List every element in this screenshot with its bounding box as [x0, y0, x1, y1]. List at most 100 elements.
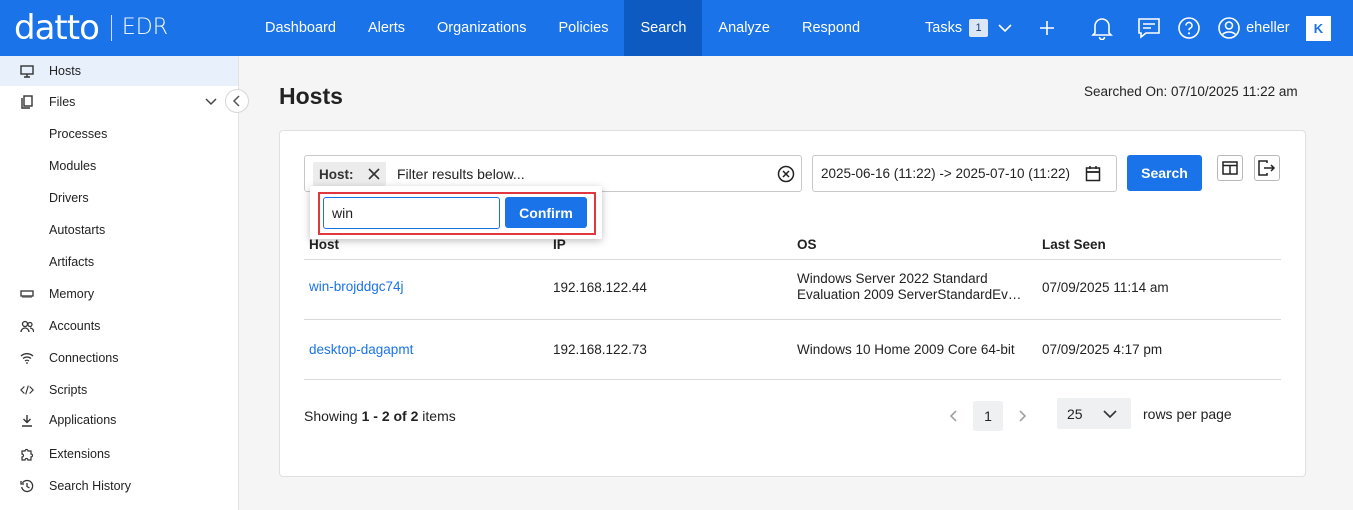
sidebar-item-hosts[interactable]: Hosts [0, 56, 238, 86]
sidebar-item-drivers[interactable]: Drivers [0, 183, 238, 213]
last-seen-cell: 07/09/2025 4:17 pm [1042, 342, 1163, 357]
confirm-button[interactable]: Confirm [505, 197, 587, 228]
search-button[interactable]: Search [1127, 155, 1202, 191]
calendar-icon[interactable] [1085, 165, 1101, 182]
host-filter-chip[interactable]: Host: [313, 162, 386, 186]
chevron-right-icon[interactable] [1013, 407, 1031, 425]
top-bar: datto EDR Dashboard Alerts Organizations… [0, 0, 1353, 56]
top-right-actions: Tasks 1 eheller [925, 0, 1290, 56]
user-avatar-icon [1217, 16, 1241, 40]
nav-organizations[interactable]: Organizations [421, 0, 542, 56]
sidebar-label: Drivers [49, 191, 89, 205]
columns-button[interactable] [1217, 155, 1243, 181]
code-icon [20, 383, 34, 397]
date-range-picker[interactable]: 2025-06-16 (11:22) -> 2025-07-10 (11:22) [812, 155, 1117, 192]
memory-icon [20, 287, 34, 301]
last-seen-cell: 07/09/2025 11:14 am [1042, 280, 1169, 295]
accounts-icon [20, 319, 34, 333]
sidebar-label: Modules [49, 159, 97, 173]
ip-cell: 192.168.122.73 [553, 342, 647, 357]
sidebar-label: Accounts [49, 319, 101, 333]
tasks-label: Tasks [925, 20, 963, 36]
columns-icon [1222, 161, 1238, 175]
row-divider [304, 379, 1281, 380]
bell-icon[interactable] [1091, 16, 1114, 40]
showing-count: Showing 1 - 2 of 2 items [304, 408, 456, 424]
chevron-down-icon[interactable] [204, 95, 218, 112]
rows-per-page-label: rows per page [1143, 406, 1232, 422]
sidebar-item-modules[interactable]: Modules [0, 151, 238, 181]
nav-analyze[interactable]: Analyze [702, 0, 786, 56]
filter-input[interactable] [397, 164, 757, 184]
column-header-last-seen[interactable]: Last Seen [1042, 237, 1106, 252]
chip-label: Host: [319, 166, 354, 182]
nav-search[interactable]: Search [624, 0, 703, 56]
export-icon [1258, 160, 1276, 176]
close-icon[interactable] [367, 167, 381, 181]
sidebar-item-search-history[interactable]: Search History [0, 471, 238, 501]
datto-edr-logo[interactable]: datto EDR [14, 8, 168, 48]
monitor-icon [20, 64, 34, 78]
page-number-current[interactable]: 1 [973, 401, 1003, 431]
sidebar: Hosts Files Processes Modules Drivers Au… [0, 56, 239, 510]
download-icon [20, 413, 34, 427]
host-link[interactable]: win-brojddgc74j [309, 279, 404, 294]
sidebar-label: Processes [49, 127, 108, 141]
sidebar-item-applications[interactable]: Applications [0, 405, 238, 435]
nav-policies[interactable]: Policies [542, 0, 624, 56]
puzzle-icon [20, 447, 34, 461]
searched-on-timestamp: Searched On: 07/10/2025 11:22 am [1084, 84, 1298, 99]
showing-prefix: Showing [304, 408, 362, 424]
rows-per-page-value: 25 [1067, 406, 1083, 422]
kaseya-logo[interactable]: K [1306, 16, 1331, 41]
rows-per-page-select[interactable]: 25 [1057, 398, 1131, 429]
user-menu[interactable]: eheller [1217, 16, 1290, 40]
os-cell-line2: Evaluation 2009 ServerStandardEval... [797, 287, 1027, 302]
os-cell-line1: Windows Server 2022 Standard [797, 271, 988, 286]
sidebar-label: Files [49, 95, 76, 109]
host-link[interactable]: desktop-dagapmt [309, 342, 413, 357]
showing-suffix: items [418, 408, 456, 424]
export-button[interactable] [1254, 155, 1280, 181]
feedback-icon[interactable] [1137, 16, 1161, 40]
sidebar-item-autostarts[interactable]: Autostarts [0, 215, 238, 245]
ip-cell: 192.168.122.44 [553, 280, 647, 295]
wifi-icon [20, 351, 34, 365]
nav-dashboard[interactable]: Dashboard [249, 0, 352, 56]
sidebar-item-accounts[interactable]: Accounts [0, 311, 238, 341]
plus-icon[interactable] [1039, 20, 1055, 36]
column-header-host[interactable]: Host [309, 237, 339, 252]
help-icon[interactable] [1177, 16, 1201, 40]
chevron-left-icon[interactable] [945, 407, 963, 425]
sidebar-label: Artifacts [49, 255, 95, 269]
chevron-left-icon [232, 95, 242, 107]
sidebar-label: Connections [49, 351, 119, 365]
column-header-os[interactable]: OS [797, 237, 817, 252]
table-header-divider [304, 259, 1281, 260]
nav-alerts[interactable]: Alerts [352, 0, 421, 56]
sidebar-collapse-button[interactable] [225, 89, 249, 113]
history-icon [20, 479, 34, 493]
filter-value-input[interactable] [323, 197, 500, 229]
clear-circle-icon[interactable] [777, 165, 795, 183]
sidebar-item-scripts[interactable]: Scripts [0, 375, 238, 405]
main-nav: Dashboard Alerts Organizations Policies … [249, 0, 876, 56]
sidebar-label: Extensions [49, 447, 111, 461]
row-divider [304, 319, 1281, 320]
sidebar-item-extensions[interactable]: Extensions [0, 439, 238, 469]
date-range-value: 2025-06-16 (11:22) -> 2025-07-10 (11:22) [821, 166, 1071, 181]
tasks-button[interactable]: Tasks 1 [925, 19, 1013, 37]
logo-brand: datto [14, 8, 100, 48]
sidebar-label: Hosts [49, 64, 81, 78]
filter-value-popup: Confirm [310, 186, 602, 239]
sidebar-item-files[interactable]: Files [0, 87, 238, 117]
tasks-count-badge: 1 [969, 19, 989, 37]
sidebar-item-artifacts[interactable]: Artifacts [0, 247, 238, 277]
sidebar-label: Memory [49, 287, 95, 301]
sidebar-item-processes[interactable]: Processes [0, 119, 238, 149]
sidebar-item-connections[interactable]: Connections [0, 343, 238, 373]
nav-respond[interactable]: Respond [786, 0, 876, 56]
sidebar-label: Applications [49, 413, 117, 427]
column-header-ip[interactable]: IP [553, 237, 566, 252]
sidebar-item-memory[interactable]: Memory [0, 279, 238, 309]
